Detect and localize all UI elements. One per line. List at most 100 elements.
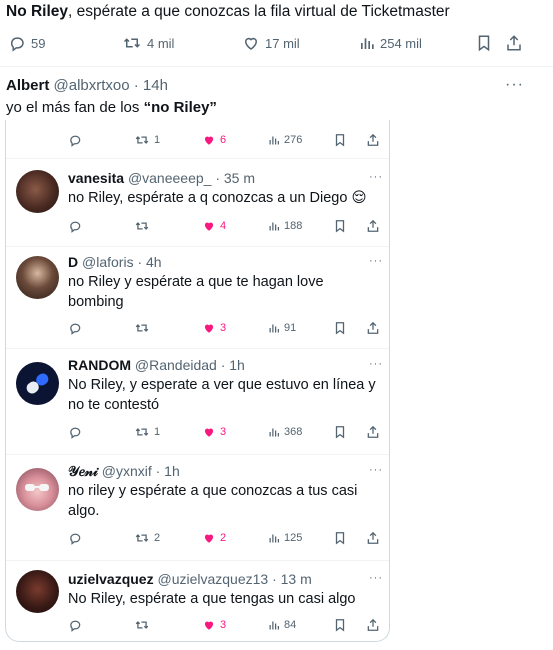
- reply-author[interactable]: vanesita @vaneeeep_ · 35 m: [68, 169, 255, 187]
- card-top-actions: 1 6 276: [6, 130, 389, 150]
- retweet-button[interactable]: 1: [134, 130, 160, 150]
- main-tweet-name: No Riley: [6, 3, 69, 20]
- reply-button[interactable]: 59: [8, 33, 45, 53]
- reply-button[interactable]: [68, 130, 82, 150]
- reply-icon: [70, 135, 81, 147]
- like-button[interactable]: 17 mil: [242, 33, 300, 53]
- share-button[interactable]: [366, 615, 380, 635]
- reply-divider: [6, 560, 389, 561]
- retweet-button[interactable]: [134, 318, 154, 338]
- heart-filled-icon: [204, 136, 214, 145]
- share-button[interactable]: [366, 216, 380, 236]
- bookmark-button[interactable]: [333, 318, 347, 338]
- like-button[interactable]: 2: [202, 528, 226, 548]
- reply-actions: 3 91: [6, 318, 389, 338]
- retweet-button[interactable]: [134, 615, 154, 635]
- more-options-icon[interactable]: ···: [369, 465, 383, 476]
- bookmark-icon: [335, 134, 345, 147]
- share-button[interactable]: [366, 130, 380, 150]
- reply-divider: [6, 158, 389, 159]
- views-icon: [269, 428, 279, 437]
- like-button[interactable]: 4: [202, 216, 226, 236]
- avatar[interactable]: [16, 256, 59, 299]
- avatar[interactable]: [16, 170, 59, 213]
- share-button[interactable]: [366, 318, 380, 338]
- reply-item[interactable]: vanesita @vaneeeep_ · 35 m ··· no Riley,…: [6, 158, 389, 246]
- bookmark-button[interactable]: [333, 130, 347, 150]
- retweet-icon: [135, 428, 149, 436]
- reply-text: no Riley, espérate a q conozcas a un Die…: [68, 190, 367, 206]
- quote-author-handle[interactable]: @albxrtxoo · 14h: [54, 77, 168, 94]
- more-options-icon[interactable]: ···: [505, 77, 524, 93]
- reply-button[interactable]: [68, 422, 82, 442]
- retweet-button[interactable]: 1: [134, 422, 160, 442]
- like-button[interactable]: 3: [202, 318, 226, 338]
- views-icon: [269, 136, 279, 145]
- reply-author[interactable]: uzielvazquez @uzielvazquez13 · 13 m: [68, 570, 312, 588]
- avatar[interactable]: [16, 362, 59, 405]
- reply-author[interactable]: RANDOM @Randeidad · 1h: [68, 356, 245, 374]
- like-button[interactable]: 3: [202, 615, 226, 635]
- reply-divider: [6, 348, 389, 349]
- retweet-icon: [135, 324, 149, 332]
- views-icon: [269, 534, 279, 543]
- reply-item[interactable]: uzielvazquez @uzielvazquez13 · 13 m ··· …: [6, 560, 389, 641]
- retweet-icon: [135, 621, 149, 629]
- more-options-icon[interactable]: ···: [369, 359, 383, 370]
- more-options-icon[interactable]: ···: [369, 172, 383, 183]
- heart-filled-icon: [204, 222, 214, 231]
- views-button[interactable]: 188: [268, 216, 302, 236]
- reply-actions: 4 188: [6, 216, 389, 236]
- bookmark-button[interactable]: [333, 216, 347, 236]
- share-icon: [367, 531, 379, 544]
- views-button[interactable]: 91: [268, 318, 296, 338]
- reply-item[interactable]: D @laforis · 4h ··· no Riley y espérate …: [6, 246, 389, 348]
- views-button[interactable]: 254 mil: [359, 33, 422, 53]
- views-button[interactable]: 125: [268, 528, 302, 548]
- embedded-replies-card: 1 6 276 vanesita @vaneeeep_ · 35 m ··· n…: [5, 120, 390, 642]
- bookmark-button[interactable]: [475, 33, 493, 53]
- reply-actions: 3 84: [6, 615, 389, 635]
- reply-button[interactable]: [68, 318, 82, 338]
- more-options-icon[interactable]: ···: [369, 256, 383, 267]
- retweet-icon: [135, 534, 149, 542]
- quote-author-name[interactable]: Albert: [6, 77, 49, 94]
- views-button[interactable]: 368: [268, 422, 302, 442]
- avatar[interactable]: [16, 570, 59, 613]
- views-button[interactable]: 84: [268, 615, 296, 635]
- reply-button[interactable]: [68, 216, 82, 236]
- main-tweet-text: No Riley, espérate a que conozcas la fil…: [6, 3, 450, 20]
- share-button[interactable]: [505, 33, 523, 53]
- bookmark-button[interactable]: [333, 615, 347, 635]
- views-button[interactable]: 276: [268, 130, 302, 150]
- bookmark-button[interactable]: [333, 528, 347, 548]
- reply-divider: [6, 454, 389, 455]
- share-button[interactable]: [366, 422, 380, 442]
- reply-button[interactable]: [68, 528, 82, 548]
- like-button[interactable]: 3: [202, 422, 226, 442]
- bookmark-button[interactable]: [333, 422, 347, 442]
- share-icon: [367, 133, 379, 146]
- reply-button[interactable]: [68, 615, 82, 635]
- quote-author-line[interactable]: Albert @albxrtxoo · 14h: [6, 76, 168, 96]
- share-icon: [367, 425, 379, 438]
- retweet-button[interactable]: 2: [134, 528, 160, 548]
- reply-divider: [6, 246, 389, 247]
- bookmark-icon: [335, 322, 345, 335]
- main-tweet-actions: 59 4 mil 17 mil 254 mil: [0, 33, 553, 53]
- reply-item[interactable]: 𝒴𝑒𝓃𝒾 @yxnxif · 1h ··· no riley y espérat…: [6, 454, 389, 560]
- more-options-icon[interactable]: ···: [369, 573, 383, 584]
- retweet-button[interactable]: [134, 216, 154, 236]
- scrollbar[interactable]: [389, 520, 390, 642]
- retweet-button[interactable]: 4 mil: [122, 33, 174, 53]
- share-button[interactable]: [366, 528, 380, 548]
- reply-item[interactable]: RANDOM @Randeidad · 1h ··· No Riley, y e…: [6, 348, 389, 454]
- like-button[interactable]: 6: [202, 130, 226, 150]
- avatar[interactable]: [16, 468, 59, 511]
- share-icon: [507, 35, 521, 51]
- reply-author[interactable]: D @laforis · 4h: [68, 253, 162, 271]
- reply-author[interactable]: 𝒴𝑒𝓃𝒾 @yxnxif · 1h: [68, 462, 180, 480]
- share-icon: [367, 618, 379, 631]
- bookmark-icon: [335, 532, 345, 545]
- reply-actions: 1 3 368: [6, 422, 389, 442]
